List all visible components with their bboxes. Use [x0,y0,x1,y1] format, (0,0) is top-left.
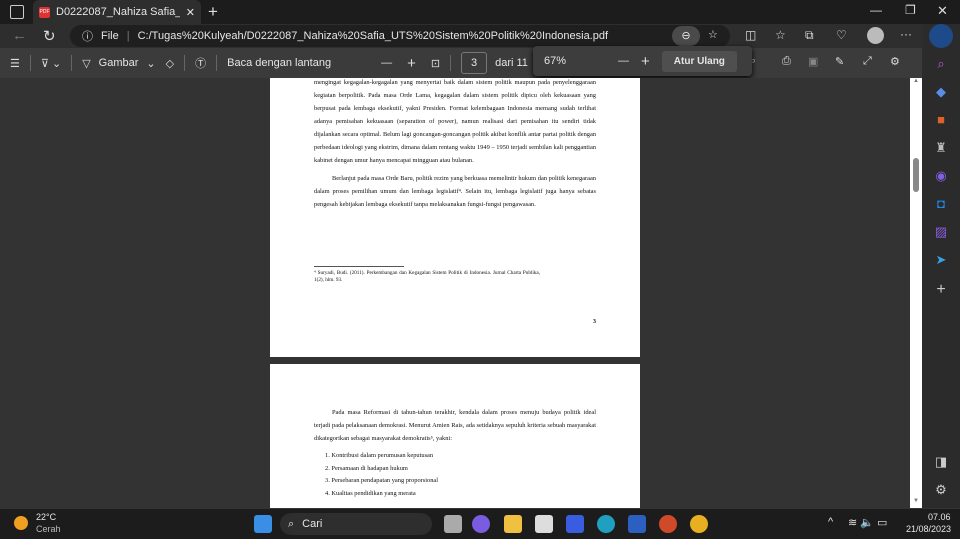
weather-icon[interactable] [14,516,28,530]
title-bar: PDF D0222087_Nahiza Safia_UTS Siste ✕ + … [0,0,960,24]
refresh-icon[interactable]: ↻ [43,27,56,45]
zoom-indicator-icon[interactable]: ⊖ [672,26,700,46]
teams-icon[interactable] [472,515,490,533]
contents-icon[interactable]: ☰ [10,57,20,70]
pdf-icon: PDF [39,6,50,18]
save-as-icon[interactable]: ✎ [835,55,844,68]
edge-icon[interactable] [597,515,615,533]
vertical-scrollbar[interactable]: ▲ ▼ [910,78,922,508]
file-explorer-icon[interactable] [504,515,522,533]
print-icon[interactable]: ⎙ [782,55,791,68]
search-icon: ⌕ [288,517,295,530]
word-icon[interactable] [628,515,646,533]
url-text: C:/Tugas%20Kulyeah/D0222087_Nahiza%20Saf… [137,30,609,42]
games-icon[interactable]: ♜ [933,140,949,156]
taskbar: 22°C Cerah ⌕ Cari ^ ≋ 🔈 ▭ 07.06 21/08/20… [0,508,960,539]
minimize-icon[interactable]: — [870,3,882,17]
paragraph: Berlanjut pada masa Orde Baru, politik r… [314,175,596,208]
info-icon[interactable]: ⓘ [82,28,93,44]
file-label: File [101,30,119,42]
page-number: 3 [593,319,596,325]
footnote: ⁴ Suryadi, Budi. (2011). Perkembangan da… [314,270,540,283]
powerpoint-icon[interactable] [659,515,677,533]
paragraph: Pada masa Reformasi di tahun-tahun terak… [314,409,596,442]
drop-icon[interactable]: ➤ [933,252,949,268]
hide-sidebar-icon[interactable]: ◨ [933,454,949,470]
zoom-in-icon[interactable]: + [407,55,416,72]
back-icon[interactable]: ← [12,27,27,44]
draw-dropdown-icon[interactable]: ⌄ [146,57,155,70]
paragraph: mengingat kegagalan-kegagalan yang menye… [314,79,596,164]
text-icon[interactable]: Ⓣ [195,55,206,71]
highlight-icon[interactable]: ⊽ ⌄ [41,57,61,70]
page-total: dari 11 [495,57,528,69]
eraser-icon[interactable]: ◇ [166,57,174,70]
sidebar-settings-icon[interactable]: ⚙ [933,482,949,498]
reset-zoom-button[interactable]: Atur Ulang [661,50,737,72]
shopping-tag-icon[interactable]: ◆ [933,84,949,100]
favorites-icon[interactable]: ☆ [775,28,786,42]
list-item: 1. Kontribusi dalam perumusan keputusan [325,452,434,459]
list-item: 2. Persamaan di hadapan hukum [325,464,408,472]
list-item: 4. Kualitas pendidikan yang merata [325,489,416,497]
close-tab-icon[interactable]: ✕ [186,6,195,19]
add-icon[interactable]: + [933,282,949,298]
show-hidden-icons[interactable]: ^ [828,516,833,528]
zoom-out-button[interactable]: — [618,55,629,67]
browser-essentials-icon[interactable]: ♡ [836,28,847,42]
task-view-icon[interactable] [444,515,462,533]
copilot-icon[interactable] [929,24,953,48]
collections-icon[interactable]: ⧉ [805,28,814,43]
scrollbar-thumb[interactable] [913,158,919,192]
zoom-popup: 67% — + Atur Ulang [533,46,752,76]
temperature: 22°C [36,512,57,522]
clock-date[interactable]: 21/08/2023 [906,524,951,534]
draw-icon[interactable]: ▽ [82,57,90,70]
start-icon[interactable] [254,515,272,533]
new-tab-icon[interactable]: + [208,2,218,22]
zoom-out-icon[interactable]: — [381,57,392,69]
taskbar-search[interactable]: ⌕ Cari [280,513,432,535]
zoom-value: 67% [544,55,567,67]
more-icon[interactable]: ··· [900,27,912,41]
app-icon[interactable] [566,515,584,533]
profile-avatar[interactable] [867,27,884,44]
weather-condition: Cerah [36,524,61,534]
tab-actions-icon[interactable] [10,5,24,19]
pdf-page-4: Pada masa Reformasi di tahun-tahun terak… [270,364,640,508]
footnote-divider [314,266,404,267]
edge-sidebar: ⌕ ◆ ■ ♜ ◉ ◘ ▨ ➤ + ◨ ⚙ [922,24,960,508]
store-icon[interactable] [535,515,553,533]
tools-icon[interactable]: ■ [933,112,949,128]
list-item: 3. Persebaran pendapatan yang proporsion… [325,477,439,484]
outlook-icon[interactable]: ◘ [933,196,949,212]
browser-tab[interactable]: PDF D0222087_Nahiza Safia_UTS Siste ✕ [33,0,201,24]
close-window-icon[interactable]: ✕ [937,3,948,19]
zoom-in-button[interactable]: + [641,53,650,70]
draw-button[interactable]: Gambar [99,57,139,69]
restore-icon[interactable]: ❐ [905,3,916,17]
save-icon[interactable]: ▣ [808,55,818,68]
split-screen-icon[interactable]: ◫ [745,28,756,42]
tab-title: D0222087_Nahiza Safia_UTS Siste [56,6,180,18]
settings-icon[interactable]: ⚙ [890,55,900,68]
microsoft365-icon[interactable]: ◉ [933,168,949,184]
clock-time[interactable]: 07.06 [928,512,951,522]
pdf-toolbar: ☰ ⊽ ⌄ ▽ Gambar ⌄ ◇ Ⓣ Baca dengan lantang… [0,48,922,78]
read-aloud-button[interactable]: Baca dengan lantang [227,57,331,69]
designer-icon[interactable]: ▨ [933,224,949,240]
add-favorite-icon[interactable]: ☆ [708,28,718,41]
pdf-viewer: mengingat kegagalan-kegagalan yang menye… [0,78,910,508]
search-placeholder: Cari [302,518,323,530]
search-icon[interactable]: ⌕ [933,56,949,72]
fullscreen-icon[interactable]: ⤢ [863,55,872,68]
wifi-volume-battery-icons[interactable]: ≋ 🔈 ▭ [848,516,887,529]
chrome-icon[interactable] [690,515,708,533]
url-field[interactable]: ⓘ File | C:/Tugas%20Kulyeah/D0222087_Nah… [70,25,730,47]
page-number-input[interactable]: 3 [461,52,488,74]
fit-page-icon[interactable]: ⊡ [431,57,440,70]
pdf-page-3: mengingat kegagalan-kegagalan yang menye… [270,78,640,357]
